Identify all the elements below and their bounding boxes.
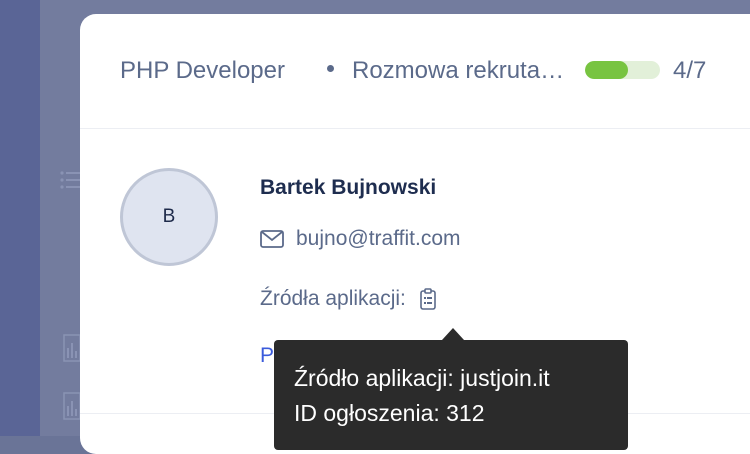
clipboard-icon[interactable]: [420, 288, 436, 310]
modal-header: PHP Developer Rozmowa rekrutacyjna 4/7: [80, 14, 750, 129]
sources-label: Źródła aplikacji:: [260, 287, 406, 310]
sources-row: Źródła aplikacji:: [260, 286, 436, 312]
separator-dot: [327, 65, 334, 72]
envelope-icon: [260, 230, 284, 248]
stage-progress-fill: [585, 61, 628, 79]
stage-name[interactable]: Rozmowa rekrutacyjna: [352, 57, 574, 85]
candidate-name: Bartek Bujnowski: [260, 176, 437, 199]
stage-count: 4/7: [673, 57, 707, 84]
bar-chart-icon: [63, 334, 81, 362]
tooltip-arrow: [442, 328, 464, 340]
tooltip-source-line: Źródło aplikacji: justjoin.it: [294, 365, 550, 391]
email-row: bujno@traffit.com: [260, 226, 461, 252]
stage-progress-bar: [585, 61, 660, 79]
job-title[interactable]: PHP Developer: [120, 57, 285, 85]
avatar-initial: B: [162, 206, 176, 227]
source-tooltip: Źródło aplikacji: justjoin.it ID ogłosze…: [274, 340, 628, 450]
partial-link[interactable]: P: [260, 344, 274, 368]
avatar: B: [120, 168, 218, 266]
bar-chart-icon: [63, 392, 81, 420]
app-sidebar: [0, 0, 40, 436]
tooltip-id-line: ID ogłoszenia: 312: [294, 400, 485, 426]
email-link[interactable]: bujno@traffit.com: [296, 227, 461, 251]
list-icon: [60, 170, 82, 190]
